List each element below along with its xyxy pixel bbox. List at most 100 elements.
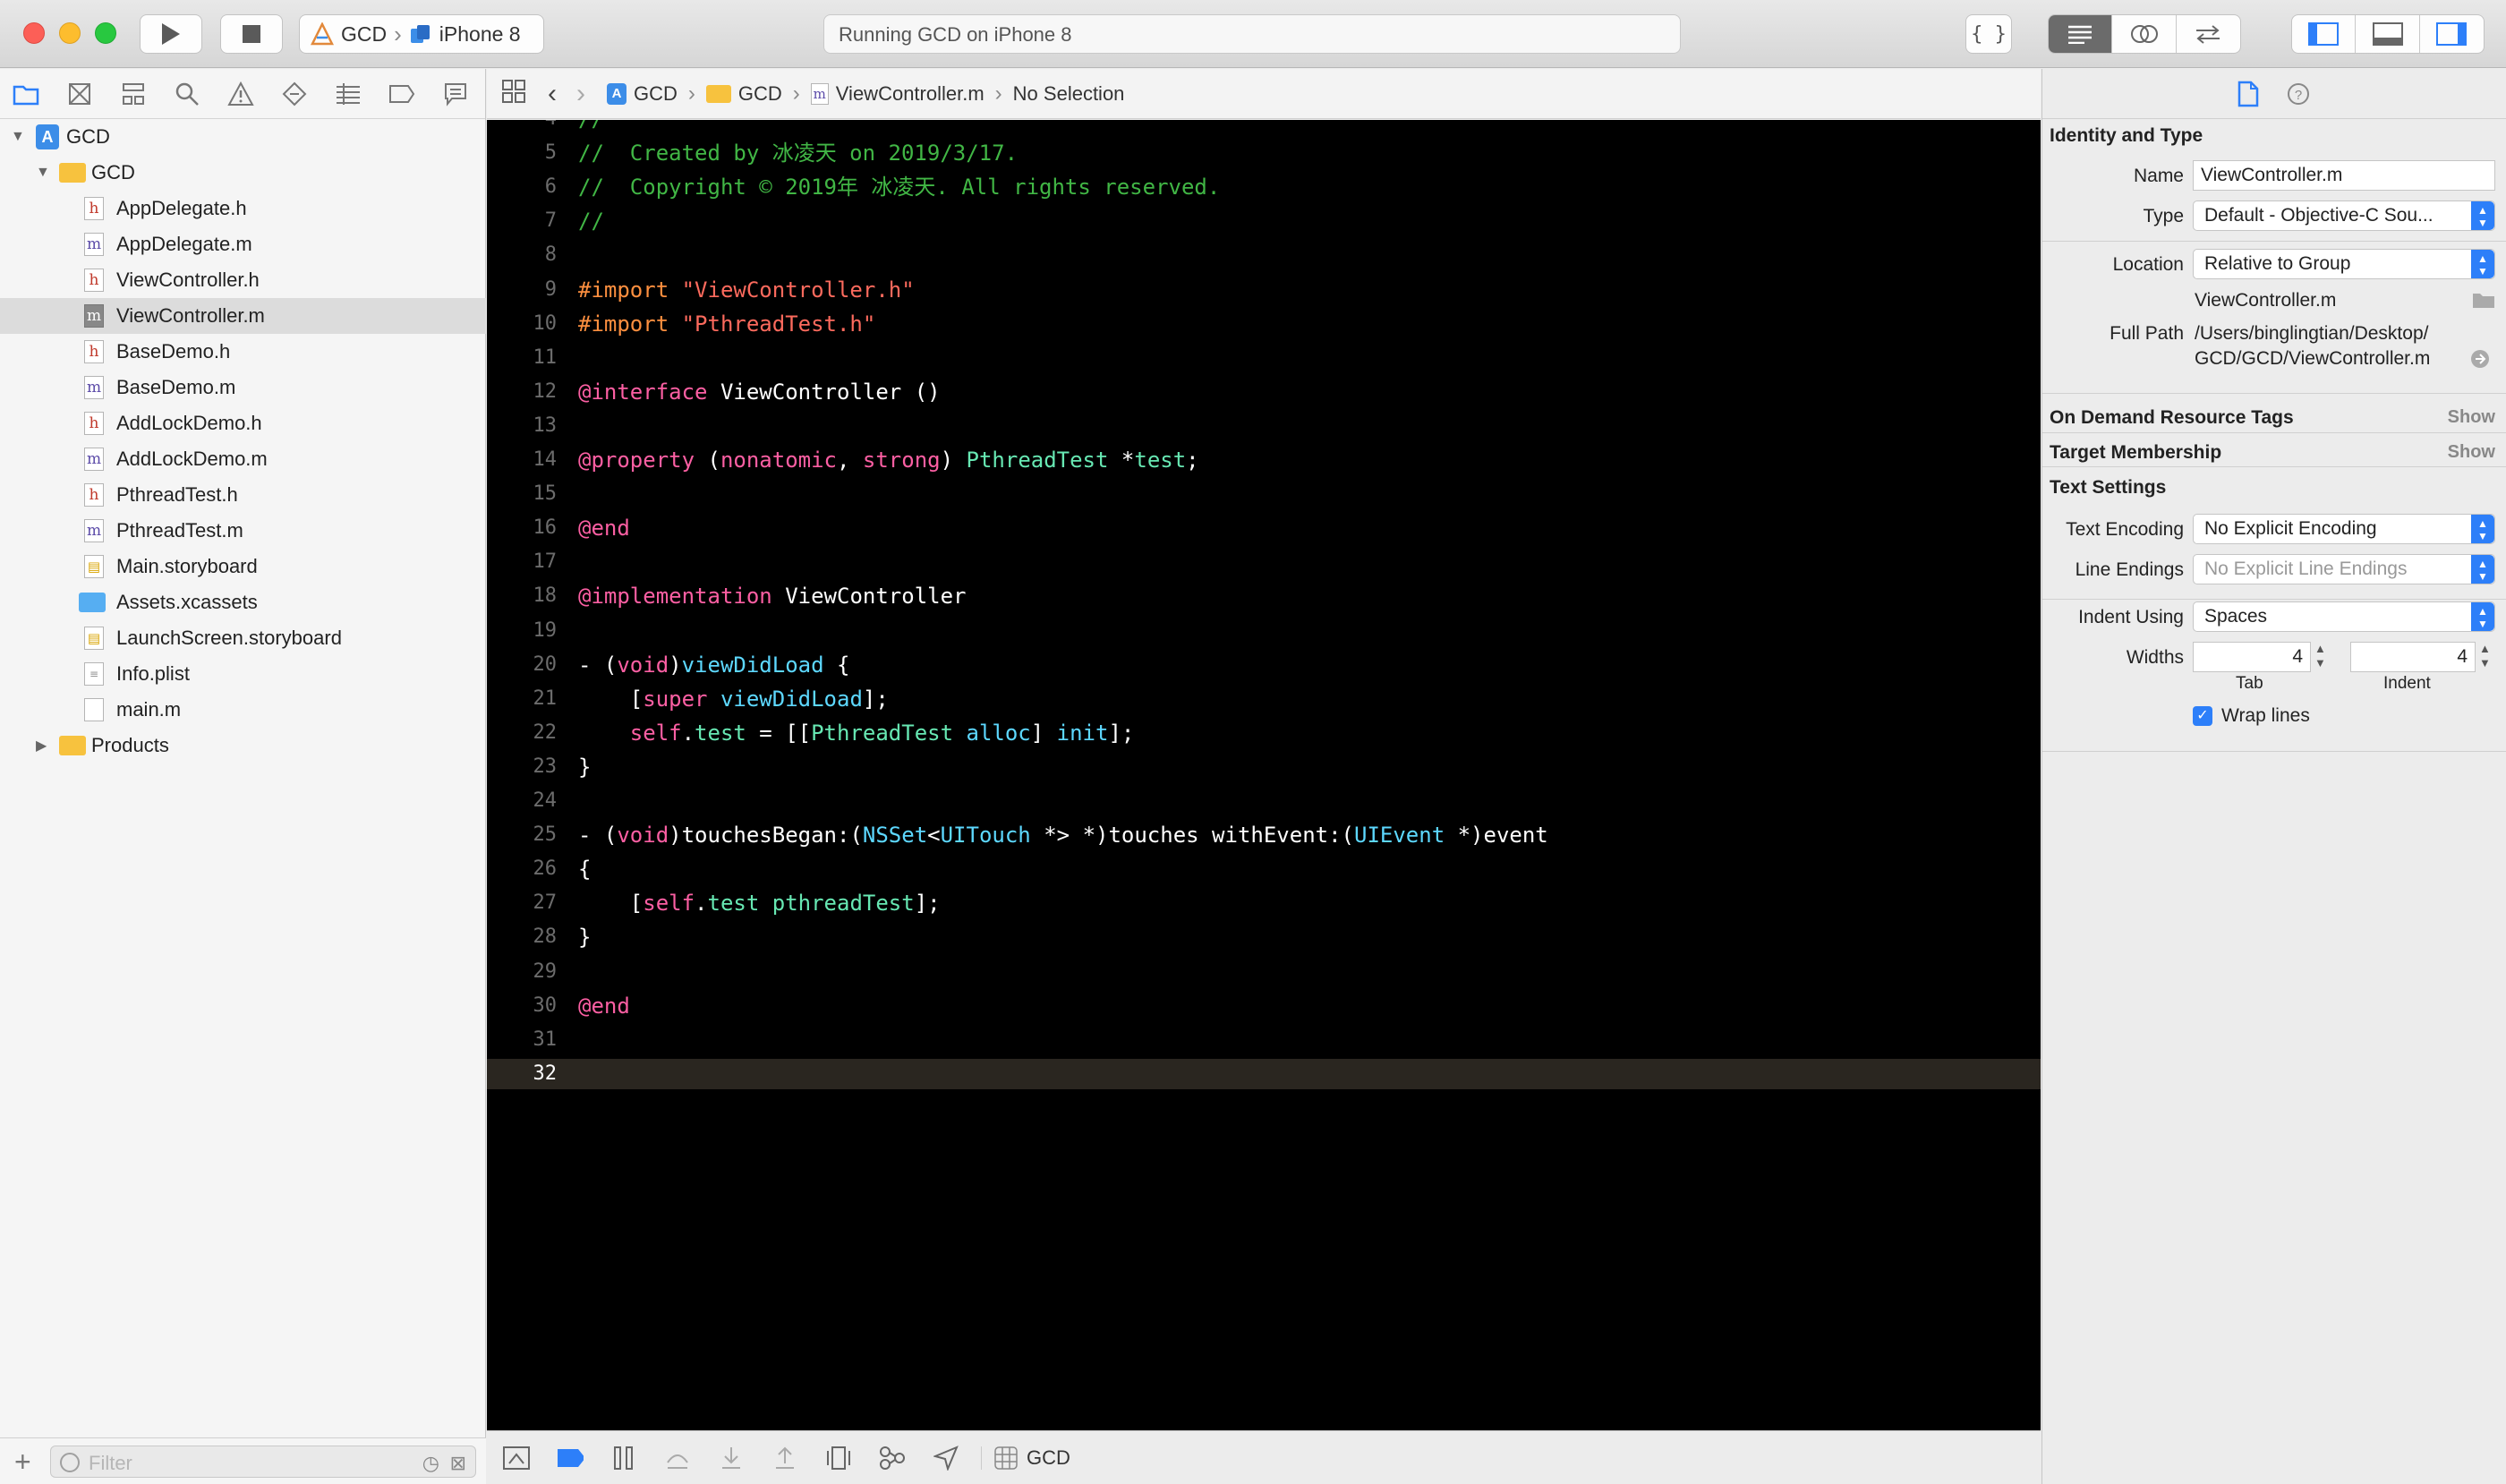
line-number[interactable]: 12	[487, 377, 558, 407]
quick-help-tab-icon[interactable]: ?	[2286, 81, 2311, 107]
debug-target-selector[interactable]: GCD	[981, 1446, 1070, 1470]
step-into-icon[interactable]	[718, 1445, 745, 1471]
code-text[interactable]: [self.test pthreadTest];	[578, 888, 941, 918]
code-line[interactable]: 20 - (void)viewDidLoad {	[487, 650, 2041, 680]
target-show-button[interactable]: Show	[2448, 442, 2495, 463]
code-line[interactable]: 18 @implementation ViewController	[487, 581, 2041, 611]
code-line[interactable]: 32	[487, 1058, 2041, 1089]
hide-debug-area-icon[interactable]	[503, 1445, 530, 1471]
line-number[interactable]: 5	[487, 138, 557, 168]
jumpbar-group[interactable]: GCD	[705, 82, 782, 106]
view-debugger-icon[interactable]	[825, 1445, 852, 1471]
debug-toggle-button[interactable]	[2356, 15, 2420, 53]
maximize-window-button[interactable]	[95, 22, 116, 44]
line-number[interactable]: 31	[487, 1025, 558, 1055]
recent-files-icon[interactable]: ◷	[422, 1452, 439, 1475]
jumpbar-project[interactable]: A GCD	[607, 82, 678, 106]
code-line[interactable]: 23}	[487, 752, 2041, 782]
modified-files-icon[interactable]: ⊠	[450, 1452, 466, 1475]
code-text[interactable]: }	[578, 752, 591, 782]
line-number[interactable]: 19	[487, 616, 558, 646]
code-line[interactable]: 17	[487, 547, 2041, 577]
code-text[interactable]: [super viewDidLoad];	[578, 684, 889, 714]
code-line[interactable]: 29	[487, 957, 2041, 987]
code-line[interactable]: 5 // Created by 冰凌天 on 2019/3/17.	[487, 138, 2041, 168]
line-number[interactable]: 11	[487, 343, 558, 373]
memory-graph-icon[interactable]	[879, 1445, 906, 1471]
project-row[interactable]: ▼ A GCD	[0, 119, 486, 155]
code-line[interactable]: 19	[487, 616, 2041, 646]
line-number[interactable]: 7	[487, 206, 557, 236]
line-number[interactable]: 18	[487, 581, 558, 611]
code-line[interactable]: 24	[487, 786, 2041, 816]
line-number[interactable]: 4	[487, 120, 557, 134]
code-line[interactable]: 7 //	[487, 206, 2041, 236]
code-line[interactable]: 25 - (void)touchesBegan:(NSSet<UITouch *>…	[487, 820, 2041, 850]
source-editor[interactable]: 4 // 5 // Created by 冰凌天 on 2019/3/17. 6 // C…	[487, 120, 2041, 1430]
code-text[interactable]: @interface ViewController ()	[578, 377, 941, 407]
line-number[interactable]: 21	[487, 684, 558, 714]
indent-using-popup[interactable]: Spaces ▲ ▼	[2193, 601, 2495, 632]
code-line[interactable]: 15	[487, 479, 2041, 509]
products-row[interactable]: ▶ Products	[0, 728, 486, 763]
debug-navigator-tab[interactable]	[333, 79, 363, 109]
line-number[interactable]: 28	[487, 922, 558, 952]
file-row[interactable]: m AppDelegate.m	[0, 226, 486, 262]
code-text[interactable]: @property (nonatomic, strong) PthreadTes…	[578, 445, 1199, 475]
code-line[interactable]: 30 @end	[487, 991, 2041, 1021]
code-line[interactable]: 28}	[487, 922, 2041, 952]
file-row[interactable]: h AddLockDemo.h	[0, 405, 486, 441]
filter-input[interactable]: Filter ◷ ⊠	[50, 1446, 476, 1478]
code-line[interactable]: 10 #import "PthreadTest.h"	[487, 309, 2041, 339]
code-text[interactable]: // Created by 冰凌天 on 2019/3/17.	[578, 138, 1018, 168]
code-text[interactable]: //	[578, 120, 604, 134]
editor-assistant-button[interactable]	[2112, 15, 2177, 53]
related-items-icon[interactable]	[501, 79, 526, 109]
line-number[interactable]: 6	[487, 172, 557, 202]
find-navigator-tab[interactable]	[172, 79, 202, 109]
code-text[interactable]: //	[578, 206, 604, 236]
project-navigator-tab[interactable]	[11, 79, 41, 109]
tab-width-field[interactable]: 4	[2193, 642, 2311, 672]
line-number[interactable]: 24	[487, 786, 558, 816]
line-number[interactable]: 15	[487, 479, 558, 509]
code-text[interactable]: @implementation ViewController	[578, 581, 967, 611]
code-line[interactable]: 12 @interface ViewController ()	[487, 377, 2041, 407]
line-number[interactable]: 22	[487, 718, 558, 748]
back-arrow-icon[interactable]: ‹	[548, 79, 557, 109]
code-text[interactable]: // Copyright © 2019年 冰凌天. All rights res…	[578, 172, 1220, 202]
code-line[interactable]: 4 //	[487, 120, 2041, 134]
file-row[interactable]: ▤ Main.storyboard	[0, 549, 486, 584]
file-row[interactable]: ▤ LaunchScreen.storyboard	[0, 620, 486, 656]
file-row[interactable]: m ViewController.m	[0, 298, 486, 334]
code-line[interactable]: 14 @property (nonatomic, strong) PthreadT…	[487, 445, 2041, 475]
line-number[interactable]: 25	[487, 820, 558, 850]
file-inspector-tab-icon[interactable]	[2238, 81, 2259, 107]
file-row[interactable]: ≡ Info.plist	[0, 656, 486, 692]
utilities-toggle-button[interactable]	[2420, 15, 2484, 53]
file-row[interactable]: m BaseDemo.m	[0, 370, 486, 405]
editor-standard-button[interactable]	[2049, 15, 2113, 53]
group-row[interactable]: ▼ GCD	[0, 155, 486, 191]
code-line[interactable]: 16 @end	[487, 513, 2041, 543]
line-number[interactable]: 17	[487, 547, 558, 577]
source-control-navigator-tab[interactable]	[64, 79, 95, 109]
name-field[interactable]: ViewController.m	[2193, 160, 2495, 191]
line-number[interactable]: 29	[487, 957, 558, 987]
step-over-icon[interactable]	[664, 1445, 691, 1471]
code-line[interactable]: 21 [super viewDidLoad];	[487, 684, 2041, 714]
indent-width-stepper[interactable]: ▲ ▼	[2479, 642, 2491, 670]
reveal-arrow-icon[interactable]	[2470, 349, 2490, 369]
code-text[interactable]: #import "PthreadTest.h"	[578, 309, 875, 339]
scheme-selector[interactable]: GCD › iPhone 8	[299, 14, 544, 54]
file-row[interactable]: Assets.xcassets	[0, 584, 486, 620]
code-text[interactable]: @end	[578, 991, 630, 1021]
issue-navigator-tab[interactable]	[226, 79, 256, 109]
minimize-window-button[interactable]	[59, 22, 81, 44]
type-popup[interactable]: Default - Objective-C Sou... ▲ ▼	[2193, 200, 2495, 231]
file-row[interactable]: h BaseDemo.h	[0, 334, 486, 370]
file-row[interactable]: h AppDelegate.h	[0, 191, 486, 226]
code-text[interactable]: - (void)touchesBegan:(NSSet<UITouch *> *…	[578, 820, 1548, 850]
line-number[interactable]: 20	[487, 650, 558, 680]
line-number[interactable]: 32	[487, 1059, 558, 1089]
